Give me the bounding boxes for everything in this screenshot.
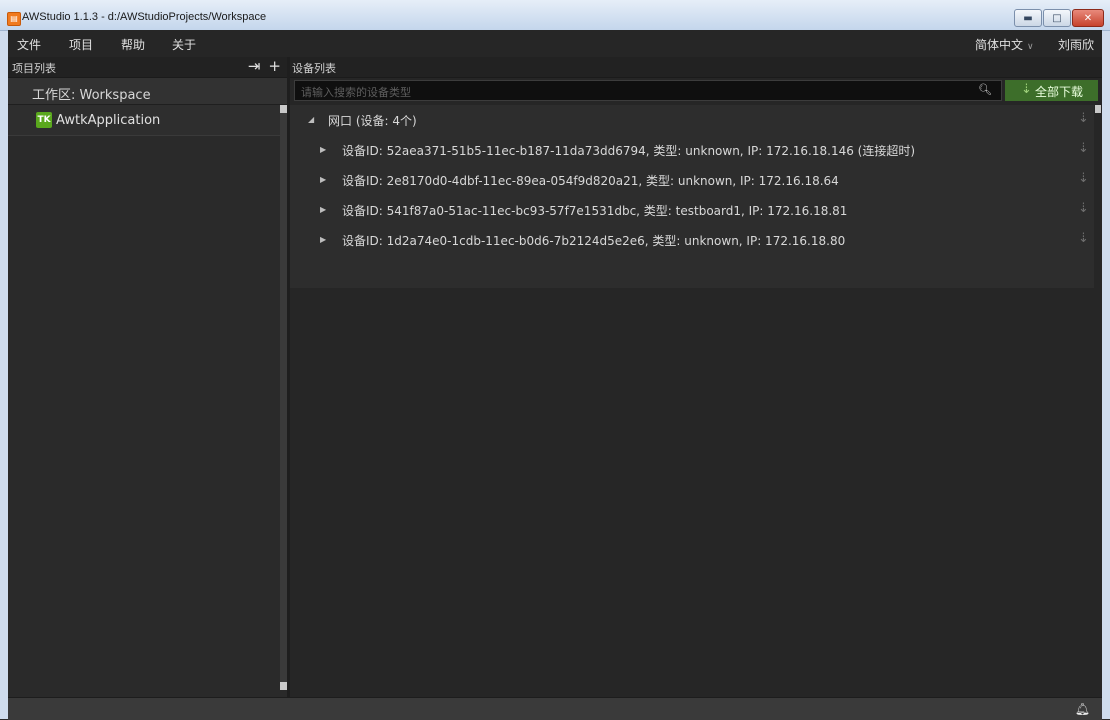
device-row[interactable]: ▶ 设备ID: 52aea371-51b5-11ec-b187-11da73dd… (290, 135, 1094, 165)
project-list-title: 项目列表 (12, 62, 56, 75)
scroll-down-icon[interactable] (280, 682, 287, 690)
maximize-button[interactable]: □ (1043, 9, 1071, 27)
menu-file[interactable]: 文件 (17, 36, 41, 53)
device-tree: ◢ 网口 (设备: 4个) ⇣ ▶ 设备ID: 52aea371-51b5-11… (290, 105, 1094, 288)
menu-help[interactable]: 帮助 (121, 36, 145, 53)
app-window: ▤ AWStudio 1.1.3 - d:/AWStudioProjects/W… (0, 0, 1110, 720)
download-icon: ⇣ (1021, 82, 1032, 97)
scroll-up-icon[interactable] (1095, 105, 1101, 113)
window-title: AWStudio 1.1.3 - d:/AWStudioProjects/Wor… (22, 11, 267, 23)
device-list-title: 设备列表 (292, 62, 336, 75)
minimize-icon: ▬ (1023, 12, 1033, 24)
tk-badge-icon: TK (36, 112, 52, 128)
import-icon[interactable]: ⇥ (248, 57, 261, 75)
expand-triangle-icon[interactable]: ▶ (320, 175, 326, 184)
project-name: AwtkApplication (56, 113, 161, 128)
device-row[interactable]: ▶ 设备ID: 541f87a0-51ac-11ec-bc93-57f7e153… (290, 195, 1094, 225)
device-label: 设备ID: 541f87a0-51ac-11ec-bc93-57f7e1531d… (342, 204, 848, 218)
download-icon[interactable]: ⇣ (1078, 231, 1089, 246)
download-all-label: 全部下载 (1035, 85, 1084, 99)
menu-bar: 文件 项目 帮助 关于 简体中文 ∨ 刘雨欣 (8, 30, 1102, 58)
close-icon: ✕ (1083, 12, 1093, 24)
expand-triangle-icon[interactable]: ▶ (320, 145, 326, 154)
project-list-header: 项目列表 ⇥ + (8, 57, 287, 78)
left-scrollbar[interactable] (280, 105, 287, 690)
workspace-label: 工作区: Workspace (32, 88, 151, 103)
language-selector[interactable]: 简体中文 ∨ (975, 36, 1034, 53)
download-icon[interactable]: ⇣ (1078, 141, 1089, 156)
device-group-network[interactable]: ◢ 网口 (设备: 4个) ⇣ (290, 105, 1094, 135)
download-icon[interactable]: ⇣ (1078, 111, 1089, 126)
collapse-triangle-icon[interactable]: ◢ (308, 115, 314, 124)
download-icon[interactable]: ⇣ (1078, 171, 1089, 186)
device-label: 设备ID: 1d2a74e0-1cdb-11ec-b0d6-7b2124d5e2… (342, 234, 846, 248)
user-name[interactable]: 刘雨欣 (1058, 36, 1094, 53)
search-icon[interactable]: 🔍︎ (978, 83, 992, 96)
device-search-input[interactable]: 请输入搜索的设备类型 🔍︎ (294, 80, 1002, 101)
bell-icon[interactable]: 🔔︎ (1075, 702, 1090, 716)
awstudio-app-icon: ▤ (7, 12, 21, 26)
device-list-header: 设备列表 (290, 57, 1102, 78)
menu-about[interactable]: 关于 (172, 36, 196, 53)
device-group-label: 网口 (设备: 4个) (328, 114, 417, 128)
expand-triangle-icon[interactable]: ▶ (320, 235, 326, 244)
device-row[interactable]: ▶ 设备ID: 1d2a74e0-1cdb-11ec-b0d6-7b2124d5… (290, 225, 1094, 255)
project-list-actions: ⇥ + (240, 57, 281, 75)
window-controls: ▬ □ ✕ (1014, 9, 1104, 27)
download-all-button[interactable]: ⇣ 全部下载 (1005, 80, 1098, 101)
search-placeholder: 请输入搜索的设备类型 (301, 86, 411, 99)
minimize-button[interactable]: ▬ (1014, 9, 1042, 27)
device-row[interactable]: ▶ 设备ID: 2e8170d0-4dbf-11ec-89ea-054f9d82… (290, 165, 1094, 195)
workspace-row[interactable]: 工作区: Workspace (8, 78, 287, 105)
expand-triangle-icon[interactable]: ▶ (320, 205, 326, 214)
device-label: 设备ID: 52aea371-51b5-11ec-b187-11da73dd67… (342, 144, 916, 158)
chevron-down-icon: ∨ (1027, 42, 1034, 52)
maximize-icon: □ (1052, 12, 1062, 24)
menu-project[interactable]: 项目 (69, 36, 93, 53)
device-label: 设备ID: 2e8170d0-4dbf-11ec-89ea-054f9d820a… (342, 174, 839, 188)
project-item[interactable]: TK AwtkApplication (8, 105, 287, 136)
title-bar: ▤ AWStudio 1.1.3 - d:/AWStudioProjects/W… (0, 0, 1110, 31)
download-icon[interactable]: ⇣ (1078, 201, 1089, 216)
app-client-area: 文件 项目 帮助 关于 简体中文 ∨ 刘雨欣 项目列表 ⇥ + 工作区: Works… (8, 30, 1102, 720)
search-row: 请输入搜索的设备类型 🔍︎ ⇣ 全部下载 (290, 78, 1102, 104)
device-list-panel: 设备列表 请输入搜索的设备类型 🔍︎ ⇣ 全部下载 ◢ 网口 (设备: 4个) … (290, 57, 1102, 697)
close-button[interactable]: ✕ (1072, 9, 1104, 27)
project-list-panel: 项目列表 ⇥ + 工作区: Workspace TK AwtkApplicatio… (8, 57, 287, 697)
scroll-up-icon[interactable] (280, 105, 287, 113)
status-bar: 🔔︎ (8, 697, 1102, 720)
right-scrollbar[interactable] (1094, 105, 1102, 697)
language-label: 简体中文 (975, 38, 1024, 52)
add-icon[interactable]: + (268, 57, 281, 75)
